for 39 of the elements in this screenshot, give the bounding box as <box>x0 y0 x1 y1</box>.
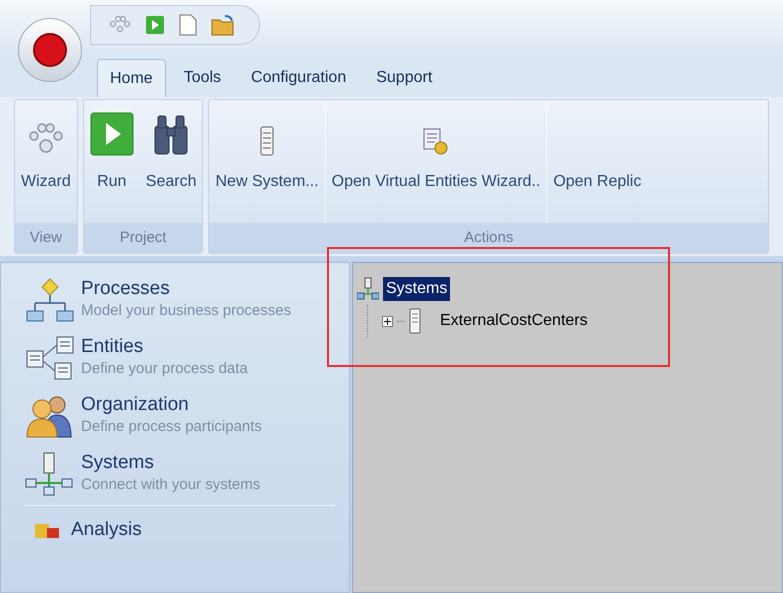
navigation-description: Connect with your systems <box>81 475 260 495</box>
navigation-item[interactable]: Entities Define your process data <box>25 335 349 381</box>
navigation-description: Define process participants <box>81 417 262 437</box>
navigation-description: Model your business processes <box>81 301 292 321</box>
tree-item[interactable]: ExternalCostCenters <box>437 309 591 333</box>
linked-tables-icon <box>25 335 75 381</box>
dots-icon[interactable] <box>109 16 131 34</box>
navigation-title: Systems <box>81 451 155 475</box>
navigation-title: Entities <box>81 335 144 359</box>
ribbon-group-label: View <box>15 223 77 253</box>
navigation-item[interactable]: Processes Model your business processes <box>25 277 349 323</box>
flowchart-icon <box>25 277 75 323</box>
network-icon <box>357 277 379 301</box>
ribbon-tab[interactable]: Tools <box>172 59 234 97</box>
ribbon-group-label: Project <box>84 223 202 253</box>
ribbon-tab[interactable]: Configuration <box>239 59 358 97</box>
navigation-item[interactable]: Systems Connect with your systems <box>25 451 349 497</box>
network-icon <box>25 451 75 497</box>
new-document-icon[interactable] <box>179 14 197 36</box>
ribbon-button[interactable]: Search <box>140 100 202 223</box>
navigation-description: Define your process data <box>81 359 248 379</box>
tree-item[interactable]: Systems <box>383 277 450 301</box>
navigation-item[interactable]: Analysis <box>25 518 349 542</box>
ribbon-group-label: Actions <box>209 223 768 253</box>
server-icon <box>409 308 421 334</box>
navigation-title: Processes <box>81 277 171 301</box>
play-icon <box>90 112 134 156</box>
navigation-title: Analysis <box>71 518 142 542</box>
ribbon-tab[interactable]: Support <box>364 59 444 97</box>
server-icon <box>260 126 274 156</box>
ribbon-button[interactable]: Open Replic <box>547 100 648 223</box>
ribbon-tab[interactable]: Home <box>97 59 166 97</box>
navigation-item[interactable]: Organization Define process participants <box>25 393 349 439</box>
expand-toggle[interactable] <box>382 316 393 326</box>
ribbon-button[interactable]: Run <box>84 100 140 223</box>
folder-icon[interactable] <box>211 14 235 36</box>
navigation-title: Organization <box>81 393 190 417</box>
play-icon[interactable] <box>145 15 165 35</box>
ribbon-button[interactable]: Wizard <box>15 100 77 223</box>
